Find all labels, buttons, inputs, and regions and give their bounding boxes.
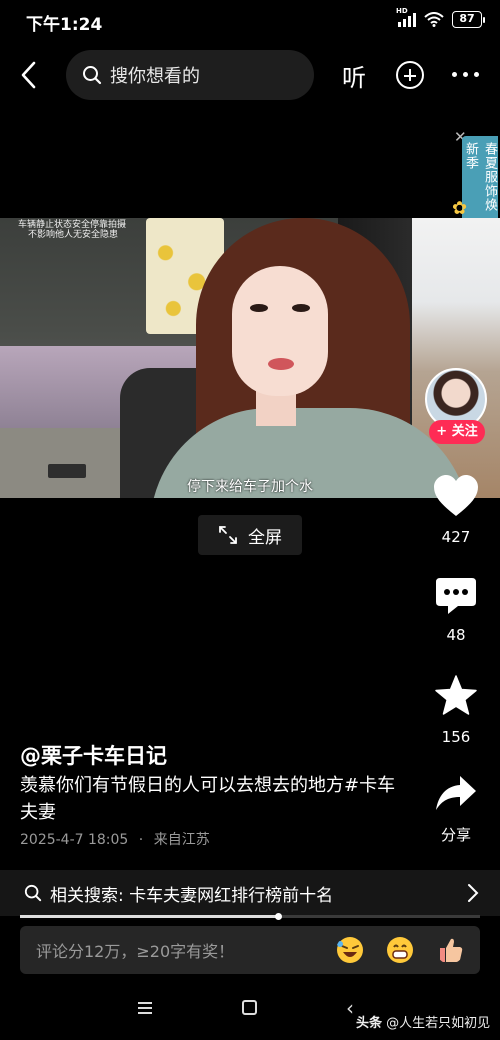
share-label: 分享: [440, 826, 471, 844]
fullscreen-button[interactable]: 全屏: [198, 515, 302, 555]
fullscreen-label: 全屏: [248, 527, 282, 548]
playback-progress-handle[interactable]: [274, 913, 282, 920]
laughing-emoji-icon[interactable]: [336, 936, 364, 964]
follow-button[interactable]: + 关注: [429, 420, 485, 444]
like-count: 427: [441, 528, 471, 546]
video-person-eye: [250, 304, 268, 312]
back-button[interactable]: [14, 58, 44, 92]
video-subtitle: 停下来给车子加个水: [187, 479, 313, 495]
status-time: 下午1:24: [26, 15, 103, 35]
comment-button[interactable]: 48: [428, 576, 484, 644]
menu-icon[interactable]: [138, 1002, 152, 1014]
video-top-caption-line: 不影响他人无安全隐患: [28, 230, 119, 240]
search-icon: [24, 884, 42, 902]
post-location: 来自江苏: [153, 832, 210, 848]
watermark-handle: @人生若只如初见: [386, 1016, 491, 1031]
post-caption: 羡慕你们有节假日的人可以去想去的地方#卡车夫妻: [20, 775, 396, 823]
favorite-count: 156: [441, 728, 471, 746]
status-icons: HD 87: [396, 7, 485, 28]
status-bar: 下午1:24 HD 87: [0, 0, 500, 40]
video-top-caption: 车辆静止状态安全停靠拍摄 不影响他人无安全隐患: [18, 220, 126, 240]
home-icon[interactable]: [242, 1000, 257, 1015]
share-button[interactable]: 分享: [428, 774, 484, 845]
author-name[interactable]: @栗子卡车日记: [20, 740, 167, 770]
search-icon: [83, 66, 102, 85]
battery-icon: 87: [452, 11, 485, 28]
expand-icon: [219, 526, 237, 544]
network-type-label: HD: [396, 6, 408, 15]
comment-input[interactable]: 评论分12万，≥20字有奖！: [36, 938, 336, 962]
watermark-source: 头条: [356, 1016, 383, 1031]
comment-count: 48: [446, 626, 466, 644]
video-player[interactable]: 车辆静止状态安全停靠拍摄 不影响他人无安全隐患 停下来给车子加个水: [0, 218, 500, 498]
creator-avatar-group: + 关注: [425, 368, 487, 448]
playback-progress-bar[interactable]: [20, 913, 480, 920]
chevron-right-icon: [468, 884, 479, 902]
search-placeholder: 搜你想看的: [110, 66, 200, 87]
comment-bar[interactable]: 评论分12万，≥20字有奖！: [20, 926, 480, 974]
share-arrow-icon: [436, 776, 476, 810]
related-search-bar[interactable]: 相关搜索: 卡车夫妻网红排行榜前十名: [0, 870, 500, 916]
like-button[interactable]: 427: [428, 474, 484, 546]
favorite-button[interactable]: 156: [428, 674, 484, 746]
add-button[interactable]: [396, 61, 424, 89]
meta-separator: ·: [138, 832, 144, 848]
nav-back-icon[interactable]: ‹: [346, 996, 354, 1020]
watermark: 头条 @人生若只如初见: [356, 1012, 490, 1031]
heart-icon: [434, 475, 478, 516]
video-top-caption-line: 车辆静止状态安全停靠拍摄: [18, 220, 127, 230]
wifi-icon: [424, 12, 444, 27]
signal-icon: HD: [396, 7, 416, 27]
related-search-text: 相关搜索: 卡车夫妻网红排行榜前十名: [50, 885, 334, 906]
comment-icon: [436, 578, 476, 614]
flower-icon: ✿: [452, 198, 468, 219]
thumbs-up-icon[interactable]: [436, 936, 464, 964]
post-date: 2025-4-7 18:05: [20, 832, 129, 848]
video-person-lips: [268, 358, 294, 370]
grinning-emoji-icon[interactable]: [386, 936, 414, 964]
more-options-button[interactable]: [452, 72, 479, 77]
star-icon: [435, 675, 477, 715]
system-nav-bar: ‹ 头条 @人生若只如初见: [0, 988, 500, 1040]
ad-banner[interactable]: 春夏服饰焕新季: [462, 136, 498, 224]
post-meta: 2025-4-7 18:05 · 来自江苏: [20, 829, 210, 849]
playback-progress-fill: [20, 915, 278, 918]
video-person-face: [232, 266, 328, 396]
listen-button[interactable]: 听: [342, 58, 366, 93]
top-nav: 搜你想看的 听: [0, 48, 500, 104]
video-person-eye: [292, 304, 310, 312]
search-input[interactable]: 搜你想看的: [66, 50, 314, 100]
chevron-left-icon: [21, 61, 36, 89]
